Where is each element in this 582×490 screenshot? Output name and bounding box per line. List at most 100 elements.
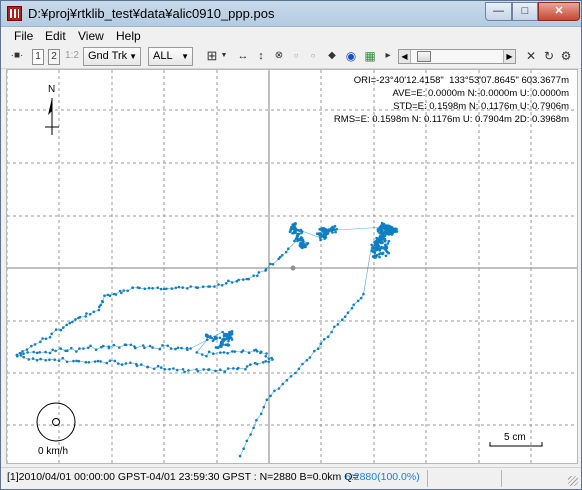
track-point [156,364,160,368]
track-point [181,368,185,371]
maximize-button[interactable]: □ [512,2,538,21]
track-point [101,299,104,303]
track-point [48,358,51,362]
close-icon[interactable]: ✕ [524,49,538,65]
track-point [218,336,222,340]
track-point [220,284,224,287]
track-point [82,347,85,350]
track-point [107,346,111,350]
track-point [265,352,268,355]
track-point [259,412,263,416]
title-bar[interactable]: D:¥proj¥rtklib_test¥data¥alic0910_ppp.po… [1,1,581,27]
crosshair-icon[interactable]: ⊞ [205,49,219,65]
menu-view[interactable]: View [78,29,104,43]
track-point [214,369,217,373]
menu-help[interactable]: Help [116,29,141,43]
track-point [244,367,247,371]
menu-file[interactable]: File [14,29,33,43]
globe-icon[interactable]: ◉ [344,49,358,65]
track-point [77,316,80,320]
track-point [122,289,125,292]
track-point [161,344,164,347]
fit-horizontal-icon[interactable]: ↔ [235,49,251,65]
track-point [97,308,101,312]
chevron-left-icon[interactable]: ◀ [399,50,411,63]
track-point [320,228,323,232]
track-point [212,338,216,341]
menu-edit[interactable]: Edit [45,29,66,43]
status-quality: 6:2880(100.0%) [345,471,420,483]
track-point [31,357,35,360]
average-info: AVE=E: 0.0000m N:-0.0000m U: 0.0000m [392,88,569,99]
rms-info: RMS=E: 0.1598m N: 0.1176m U: 0.7904m 2D:… [333,114,569,125]
track-point [129,343,133,347]
track-point [207,285,210,288]
slider-thumb[interactable] [417,51,431,62]
close-button[interactable]: ✕ [538,2,580,21]
track-point [148,344,152,348]
track-point [232,367,235,370]
track-point [84,315,87,318]
track-point [331,228,334,232]
ruler-toggle-button[interactable]: ·■· [7,49,27,65]
track-point [44,359,47,362]
track-point [16,354,19,358]
track-point [96,359,100,363]
ground-track-plot[interactable]: N 0 km/h 5 cm ORI=-23°40'12.4158" 133°53'0… [6,69,578,464]
track-point [159,366,163,369]
track-point [387,239,391,243]
track-point [330,330,333,334]
solution-2-button[interactable]: 2 [48,49,60,65]
solution-1-2-button[interactable]: 1:2 [63,49,81,65]
track-point [205,335,209,339]
reload-icon[interactable]: ↻ [542,49,556,65]
center-origin-icon[interactable]: ⊗ [272,49,286,65]
track-point [259,351,262,355]
diamond-icon[interactable]: ◆ [326,49,338,65]
track-point [247,351,251,355]
track-point [333,325,336,329]
track-point [78,347,81,350]
track-point [187,369,190,372]
track-point [27,358,31,361]
plot-type-select[interactable]: Gnd Trk ▼ [83,47,141,66]
track-point [202,368,205,371]
track-point [242,278,245,281]
time-slider[interactable]: ◀ ▶ [398,49,516,64]
track-point [195,368,198,371]
track-point [245,365,249,368]
solution-1-button[interactable]: 1 [32,49,44,65]
map-image-icon[interactable]: ▦ [363,49,377,65]
track-point [32,350,35,354]
chevron-right-icon[interactable]: ▸ [382,49,394,65]
gear-icon[interactable]: ⚙ [559,49,573,65]
resize-grip[interactable] [568,476,578,486]
chevron-down-icon[interactable]: ▼ [220,49,228,65]
track-point [169,347,173,350]
track-point [221,330,224,334]
track-point [343,315,347,318]
track-point [227,343,231,347]
track-point [183,370,186,374]
track-point [134,346,137,350]
origin-marker [290,265,296,271]
track-point [175,368,179,372]
track-point [57,359,61,363]
minimize-button[interactable]: — [485,2,512,21]
track-point [59,347,62,350]
track-point [313,349,316,353]
fit-vertical-icon[interactable]: ↕ [254,49,268,65]
track-point [106,293,110,297]
status-text: [1]2010/04/01 00:00:00 GPST-04/01 23:59:… [7,471,359,483]
small-dot-icon[interactable]: ○ [307,49,319,65]
chevron-right-icon[interactable]: ▶ [503,50,515,63]
track-point [294,229,297,232]
small-dot-icon[interactable]: ○ [290,49,302,65]
track-point [264,360,268,363]
track-point [103,294,106,297]
track-point [33,343,37,346]
plot-canvas[interactable]: N 0 km/h 5 cm [7,70,578,464]
track-point [135,362,138,366]
quality-filter-select[interactable]: ALL ▼ [148,47,193,66]
track-point [22,355,25,359]
